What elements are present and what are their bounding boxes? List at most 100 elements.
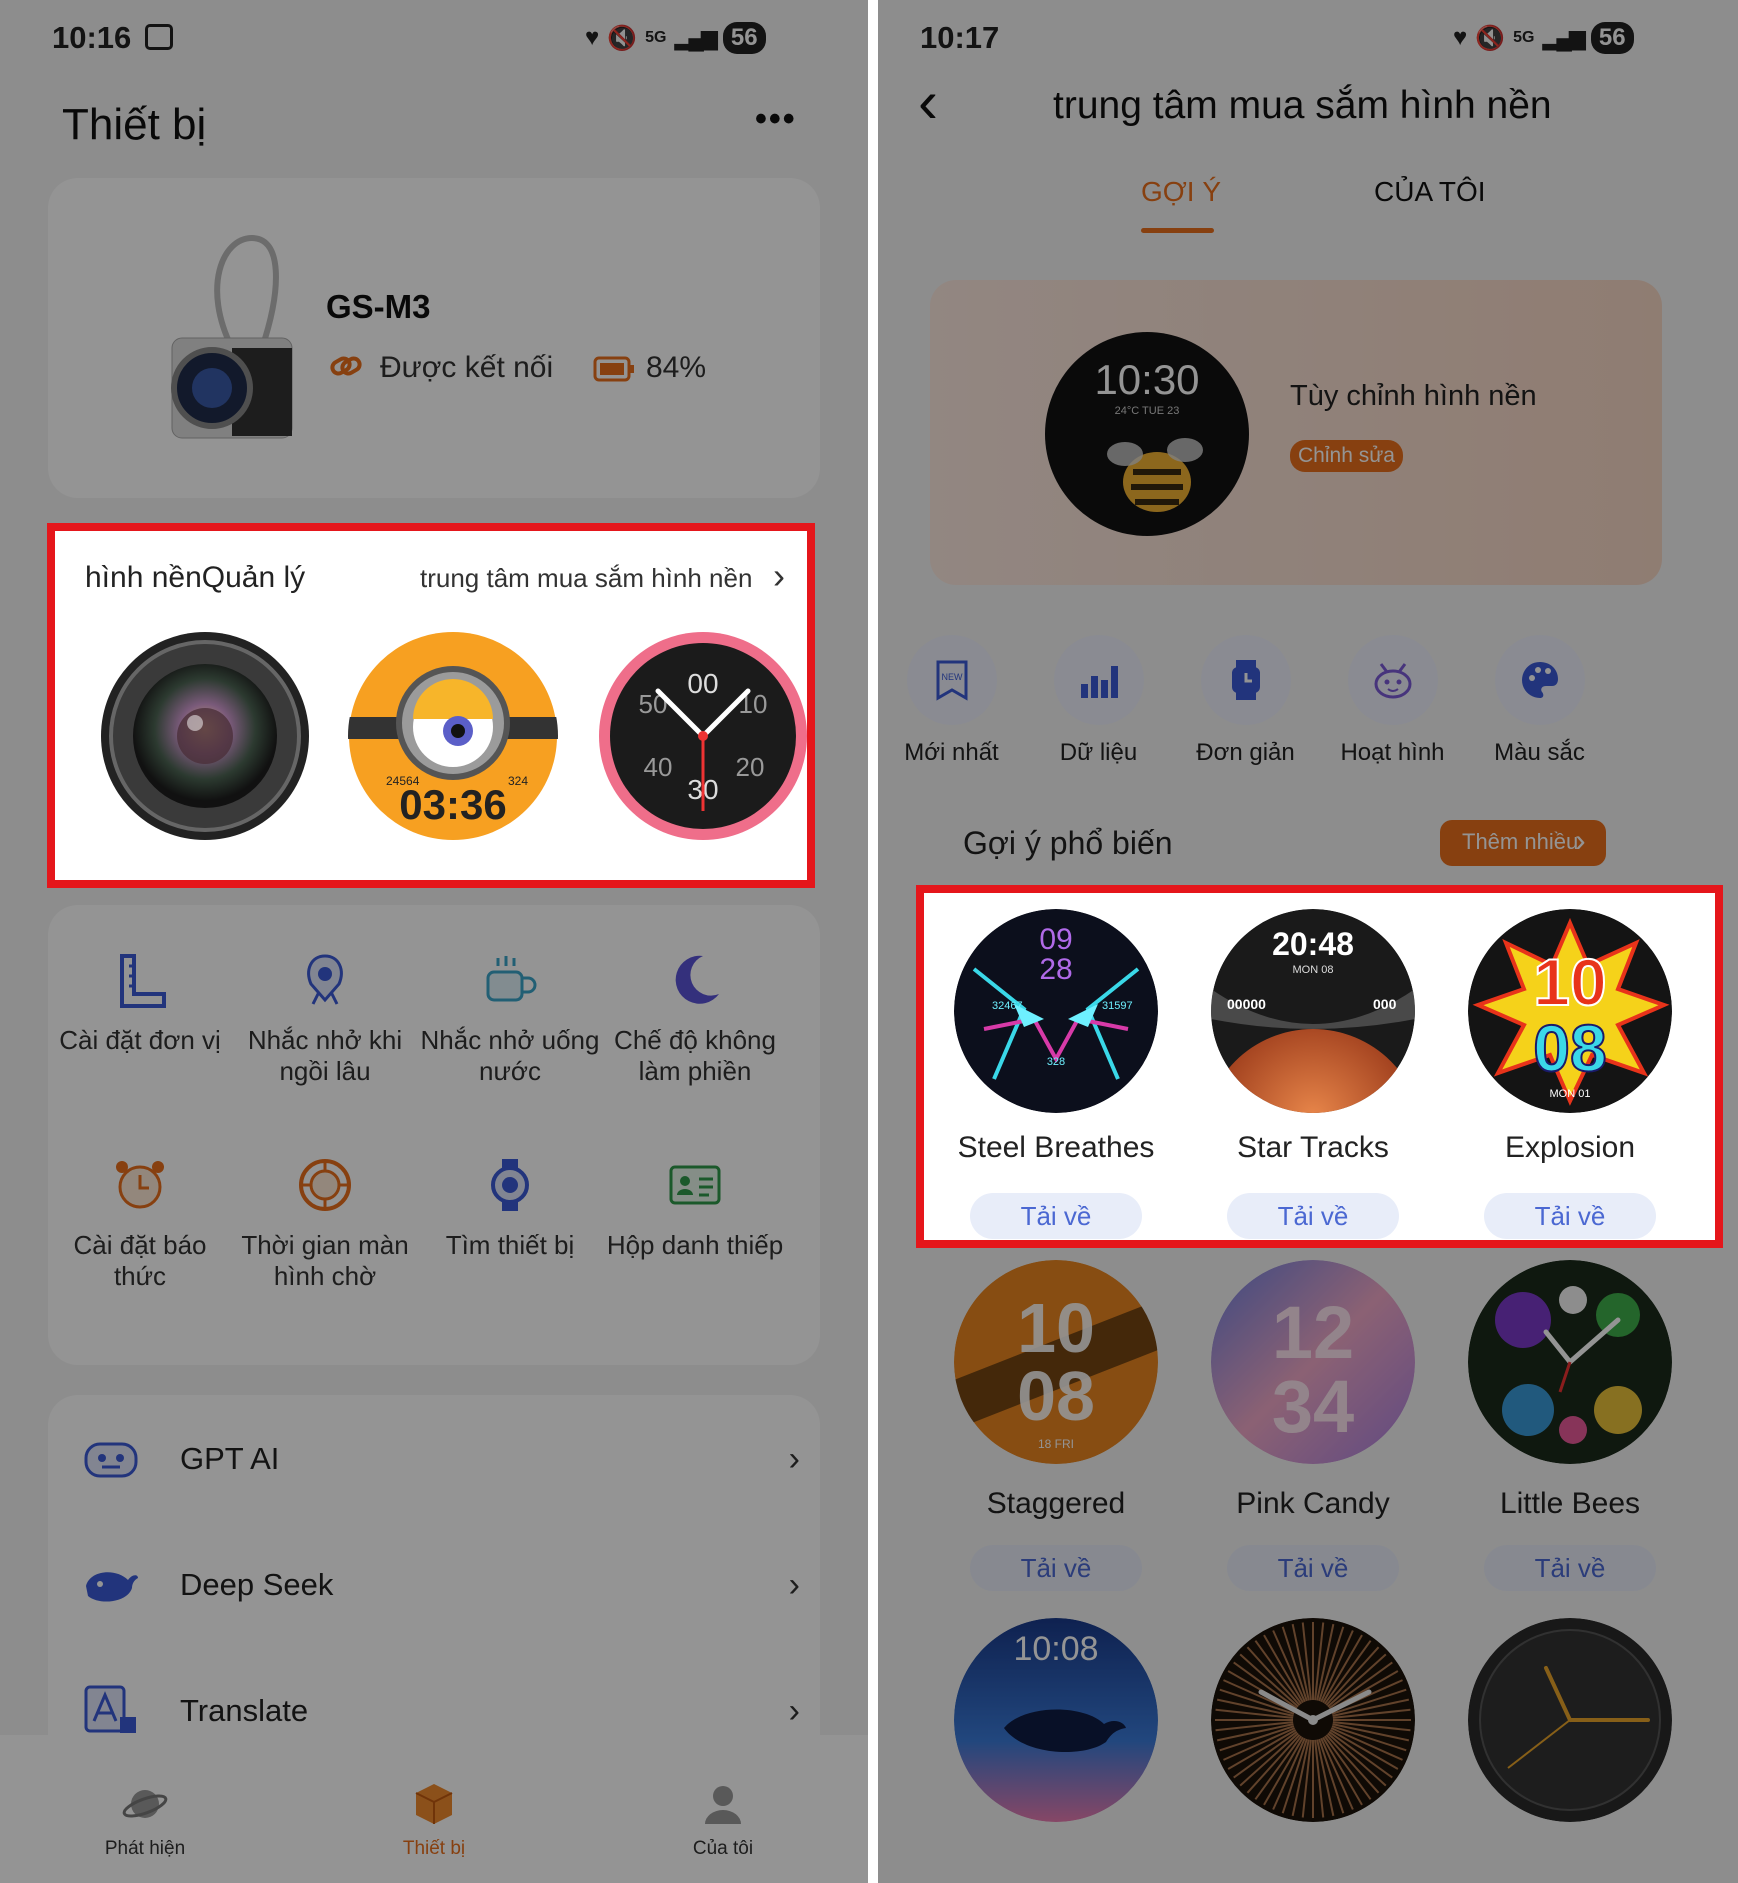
grid-item-label: Cài đặt đơn vị	[59, 1025, 221, 1055]
whale-icon	[86, 1572, 138, 1602]
download-button[interactable]: Tải về	[970, 1193, 1142, 1239]
watchface-sunburst[interactable]	[1211, 1618, 1415, 1822]
watchface-explosion[interactable]: 10 08 MON 01	[1468, 909, 1672, 1113]
grid-item-water[interactable]: Nhắc nhở uống nước	[418, 950, 602, 1087]
grid-item-find[interactable]: Tìm thiết bị	[418, 1155, 602, 1261]
custom-wallpaper-banner[interactable]: 10:30 24°C TUE 23 Tùy chỉnh hình nền Chỉ…	[930, 280, 1662, 585]
edit-button[interactable]: Chỉnh sửa	[1290, 440, 1403, 472]
staggered-hour: 10	[1017, 1289, 1095, 1367]
panel-divider	[868, 0, 878, 1883]
watchface-dark-gold[interactable]	[1468, 1618, 1672, 1822]
watchface-staggered[interactable]: 10 08 18 FRI	[954, 1260, 1158, 1464]
explosion-hour: 10	[1533, 945, 1606, 1019]
watchface-little-bees[interactable]	[1468, 1260, 1672, 1464]
status-time: 10:16	[52, 20, 132, 55]
watchface-camera[interactable]	[100, 631, 310, 841]
device-card[interactable]: GS-M3 Được kết nối 84%	[48, 178, 820, 498]
download-button[interactable]: Tải về	[1227, 1193, 1399, 1239]
download-button[interactable]: Tải về	[1227, 1545, 1399, 1591]
chevron-right-icon[interactable]: ›	[773, 555, 785, 597]
robot-icon	[84, 1442, 138, 1478]
link-icon	[330, 356, 362, 376]
star-time: 20:48	[1272, 926, 1354, 962]
popular-row: 09 28 32467 31597 328 20:48 MON 08 00000…	[916, 885, 1723, 1248]
watchface-minion[interactable]: 03:36 24564 324	[348, 631, 558, 841]
more-button[interactable]: Thêm nhiều ›	[1440, 820, 1606, 866]
watchface-pink-analog[interactable]: 00 30 40 20 50 10	[598, 631, 808, 841]
candy-minute: 34	[1272, 1365, 1354, 1448]
mute-icon: 🔇	[1475, 24, 1506, 52]
nav-device[interactable]: Thiết bị	[334, 1780, 534, 1860]
svg-text:NEW: NEW	[941, 672, 963, 682]
more-menu-button[interactable]: •••	[755, 100, 797, 139]
list-item-label: Deep Seek	[180, 1567, 334, 1602]
face-name: Steel Breathes	[957, 1131, 1155, 1164]
battery-level: 84%	[646, 351, 707, 384]
staggered-minute: 08	[1017, 1357, 1095, 1435]
nav-discover[interactable]: Phát hiện	[45, 1780, 245, 1860]
nav-profile[interactable]: Của tôi	[623, 1780, 823, 1860]
battery-badge: 56	[1590, 22, 1634, 54]
grid-item-screen-timer[interactable]: Thời gian màn hình chờ	[233, 1155, 417, 1292]
palette-icon	[1521, 662, 1558, 698]
watchface-steel-breathes[interactable]: 09 28 32467 31597 328	[954, 909, 1158, 1113]
ruler-icon	[120, 954, 166, 1008]
grid-item-dnd[interactable]: Chế độ không làm phiền	[603, 950, 787, 1087]
face-name: Explosion	[1504, 1131, 1636, 1164]
pink-mark: 40	[644, 752, 673, 782]
category-colors[interactable]: Màu sắc	[1467, 635, 1612, 767]
list-item-gpt[interactable]: GPT AI ›	[48, 1404, 818, 1514]
category-newest[interactable]: NEW Mới nhất	[879, 635, 1024, 767]
moon-icon	[675, 955, 719, 1004]
category-label: Mới nhất	[904, 739, 999, 766]
watchface-whale[interactable]: 10:08	[954, 1618, 1158, 1822]
category-simple[interactable]: Đơn giản	[1173, 635, 1318, 767]
custom-sub: 24°C TUE 23	[1115, 405, 1180, 417]
tab-mine[interactable]: CỦA TÔI	[1374, 176, 1486, 208]
heart-icon: ♥	[1453, 24, 1468, 51]
grid-item-label: Thời gian màn hình chờ	[241, 1230, 409, 1291]
mute-icon: 🔇	[607, 24, 638, 52]
grid-item-sitting[interactable]: Nhắc nhở khi ngồi lâu	[233, 950, 417, 1087]
grid-item-label: Cài đặt báo thức	[73, 1230, 207, 1291]
explosion-minute: 08	[1533, 1011, 1606, 1085]
face-name: Pink Candy	[1236, 1487, 1390, 1520]
category-cartoon[interactable]: Hoạt hình	[1320, 635, 1465, 767]
watchface-star-tracks[interactable]: 20:48 MON 08 00000 000	[1211, 909, 1415, 1113]
grid-item-card[interactable]: Hộp danh thiếp	[603, 1155, 787, 1261]
steel-hour: 09	[1039, 923, 1072, 956]
download-button[interactable]: Tải về	[1484, 1193, 1656, 1239]
download-button[interactable]: Tải về	[1484, 1545, 1656, 1591]
screen-timer-icon	[299, 1159, 351, 1211]
new-icon: NEW	[936, 660, 967, 701]
grid-item-alarm[interactable]: Cài đặt báo thức	[48, 1155, 232, 1292]
watch-icon	[1231, 660, 1260, 700]
grid-item-unit[interactable]: Cài đặt đơn vị	[48, 950, 232, 1056]
chevron-right-icon: ›	[1575, 822, 1586, 858]
category-label: Dữ liệu	[1059, 739, 1138, 766]
watchface-pink-candy[interactable]: 12 34	[1211, 1260, 1415, 1464]
steel-bottom: 328	[1047, 1056, 1065, 1068]
tab-suggested[interactable]: GỢI Ý	[1141, 176, 1221, 208]
cartoon-icon	[1374, 663, 1411, 699]
pink-mark: 00	[687, 668, 718, 699]
list-item-deepseek[interactable]: Deep Seek ›	[48, 1530, 818, 1640]
bar-chart-icon	[1080, 666, 1118, 698]
page-title: Thiết bị	[62, 100, 207, 149]
heart-icon: ♥	[585, 24, 600, 51]
planet-icon	[122, 1790, 168, 1818]
cup-icon	[486, 956, 537, 1002]
popular-title: Gợi ý phổ biến	[963, 825, 1173, 861]
translate-icon	[84, 1685, 136, 1733]
whale-time: 10:08	[1013, 1630, 1098, 1668]
wallpaper-shop-link[interactable]: trung tâm mua sắm hình nền	[420, 563, 752, 594]
chevron-right-icon: ›	[788, 1565, 800, 1604]
category-data[interactable]: Dữ liệu	[1026, 635, 1171, 767]
back-button[interactable]: ‹	[918, 72, 938, 132]
status-icons: ♥ 🔇 5G ▂▄▆ 56	[1453, 22, 1634, 54]
network-type: 5G	[645, 29, 667, 46]
minion-time: 03:36	[399, 781, 506, 828]
grid-item-label: Nhắc nhở khi ngồi lâu	[247, 1025, 403, 1086]
download-button[interactable]: Tải về	[970, 1545, 1142, 1591]
signal-icon: ▂▄▆	[674, 25, 717, 50]
